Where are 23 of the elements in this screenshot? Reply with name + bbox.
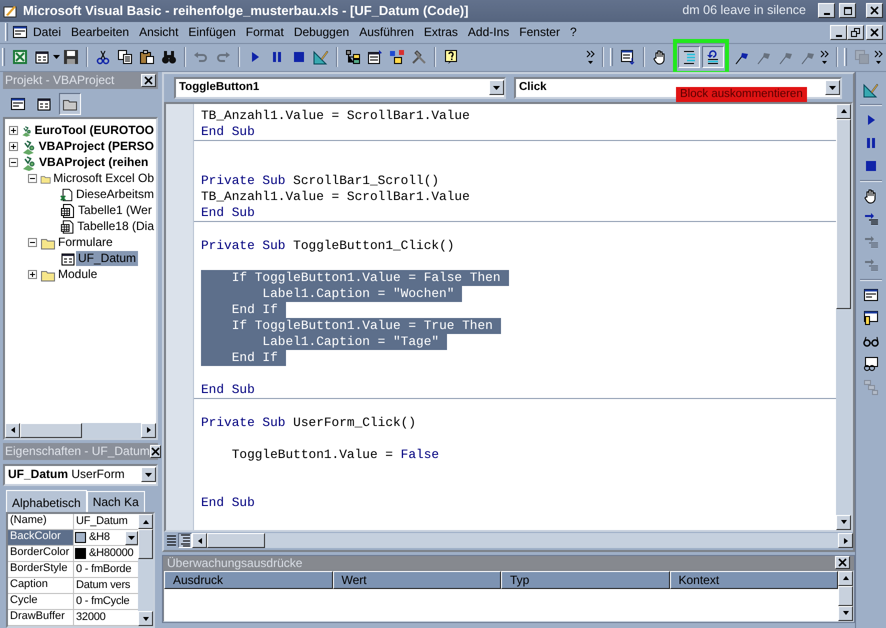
panel-title: Projekt - VBAProject	[5, 72, 114, 88]
panel-title: Eigenschaften - UF_Datum	[5, 444, 150, 458]
code-line: End Sub	[201, 204, 256, 221]
property-value: Datum vers	[75, 578, 132, 592]
property-value: 0 - fmCycle	[75, 594, 130, 608]
code-line: End Sub	[201, 494, 256, 511]
code-line: TB_Anzahl1.Value = ScrollBar1.Value	[201, 108, 471, 124]
caption-note: dm 06 leave in silence	[682, 3, 806, 18]
property-value: 0 - fmBorde	[75, 562, 132, 576]
code-line: Private Sub ScrollBar1_Scroll()	[201, 172, 440, 189]
property-value: &H80000	[88, 546, 134, 560]
panel-title: Überwachungsausdrücke	[167, 556, 302, 570]
code-line: TB_Anzahl1.Value = ScrollBar1.Value	[201, 188, 471, 205]
window-title: Microsoft Visual Basic - reihenfolge_musterbau.xls - [UF_Datum (Code)]	[23, 3, 468, 19]
tooltip: Block auskommentieren	[676, 86, 807, 102]
code-line: Private Sub ToggleButton1_Click()	[201, 238, 456, 254]
code-line: ToggleButton1.Value = False	[230, 446, 440, 463]
property-value: 32000	[75, 610, 107, 624]
property-value: UF_Datum	[75, 514, 129, 528]
code-line: End Sub	[201, 124, 256, 140]
code-line: Private Sub UserForm_Click()	[201, 414, 418, 431]
code-line: End Sub	[201, 382, 256, 398]
property-value: &H8	[88, 530, 111, 544]
